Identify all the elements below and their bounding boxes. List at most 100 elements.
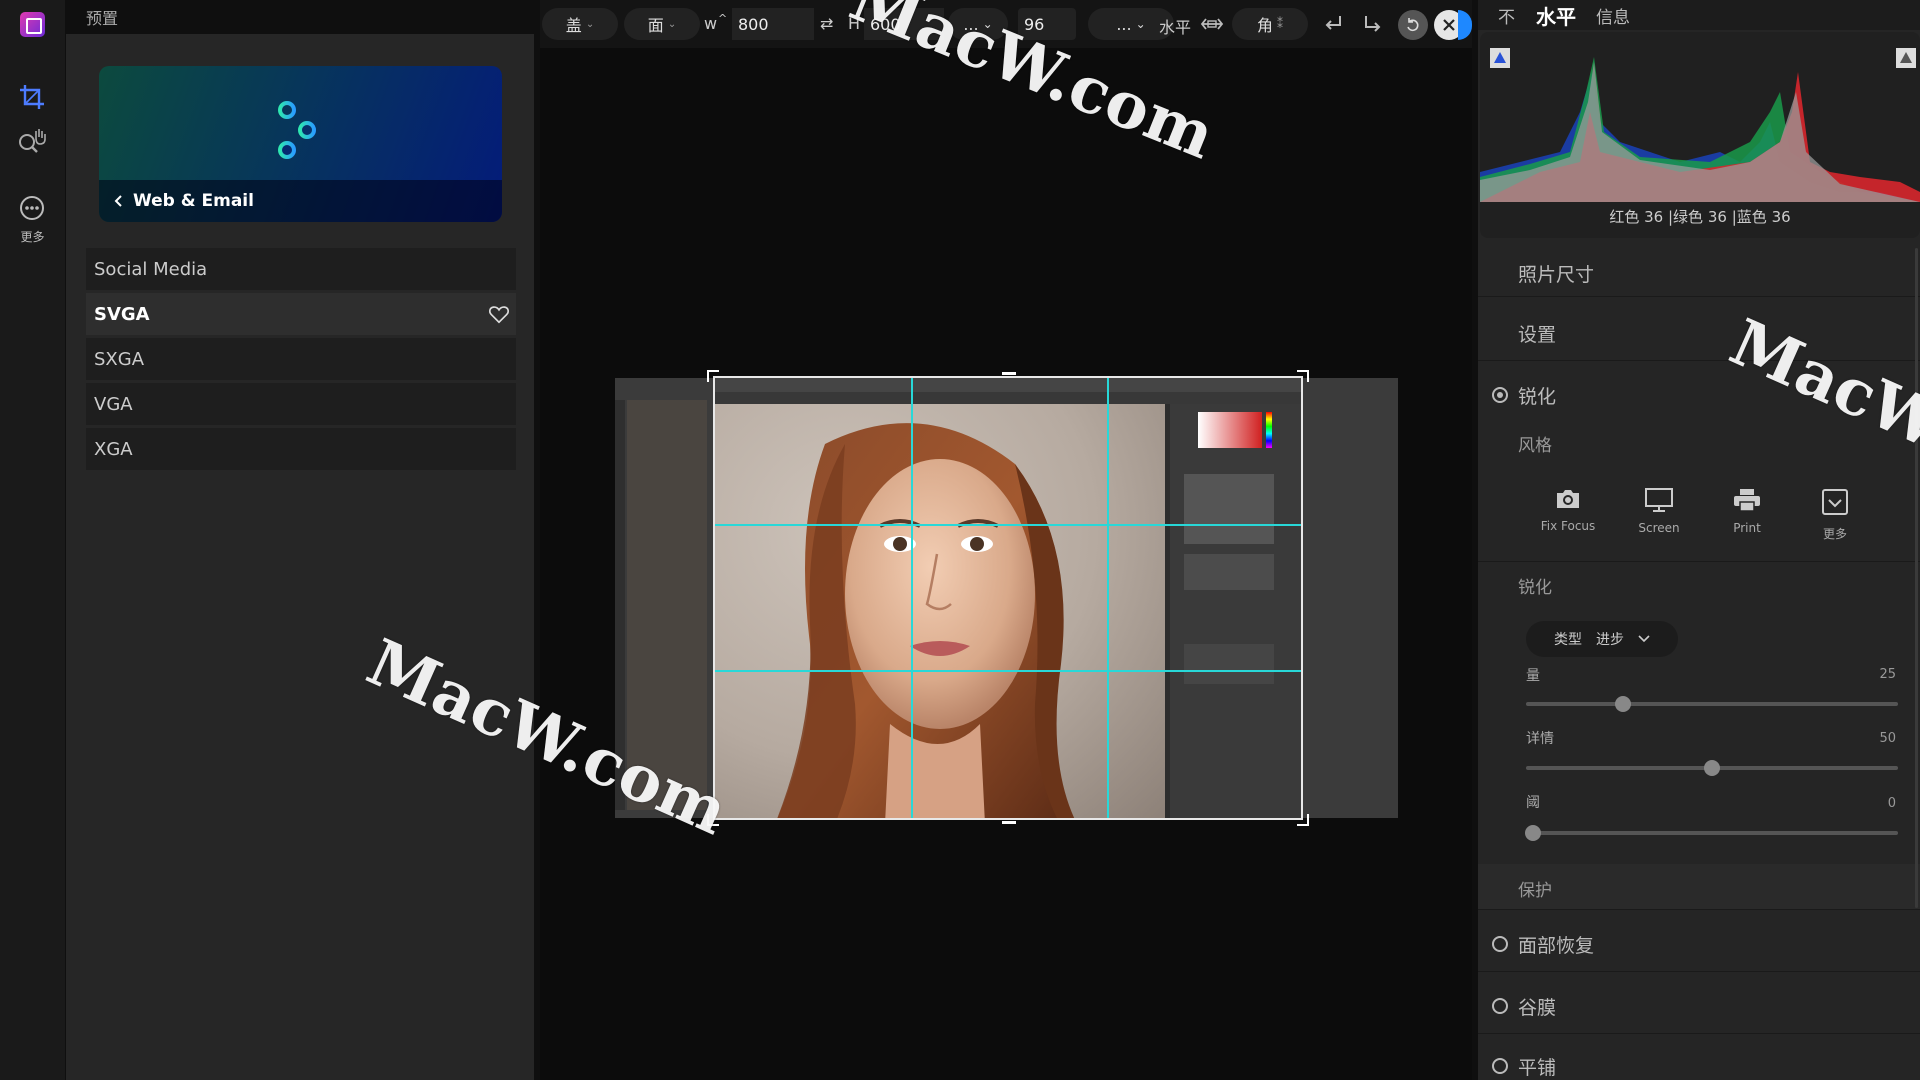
chevron-left-icon (114, 195, 122, 207)
apply-crop-button[interactable] (1458, 10, 1472, 40)
face-restore-section[interactable]: 面部恢复 (1478, 916, 1920, 972)
swap-dimensions-icon[interactable]: ⇄ (820, 14, 833, 33)
detail-slider[interactable] (1526, 760, 1898, 776)
style-fix-focus[interactable]: Fix Focus (1523, 487, 1613, 533)
more-icon (1822, 489, 1848, 515)
tab-info[interactable]: 信息 (1596, 3, 1630, 28)
red-value: 36 (1644, 208, 1664, 226)
monitor-icon (1645, 488, 1673, 512)
type-value: 进步 (1596, 632, 1624, 648)
film-grain-radio[interactable] (1492, 998, 1508, 1014)
amount-slider[interactable] (1526, 696, 1898, 712)
style-screen[interactable]: Screen (1614, 487, 1704, 535)
crop-icon (20, 85, 44, 109)
style-print[interactable]: Print (1702, 487, 1792, 535)
detail-knob[interactable] (1704, 760, 1720, 776)
level-icon[interactable] (1200, 13, 1224, 35)
photo-size-title: 照片尺寸 (1518, 264, 1595, 286)
film-grain-section[interactable]: 谷膜 (1478, 978, 1920, 1034)
threshold-slider[interactable] (1525, 825, 1898, 841)
more-tools-label: 更多 (20, 230, 45, 244)
hue-strip (1266, 412, 1272, 448)
crop-handle-top-left[interactable] (707, 370, 719, 382)
tab-none[interactable]: 不 (1498, 3, 1515, 28)
style-more[interactable]: 更多 (1790, 487, 1880, 542)
crop-handle-top[interactable] (1002, 372, 1016, 375)
width-input[interactable] (732, 8, 814, 40)
face-restore-radio[interactable] (1492, 936, 1508, 952)
photo-app-toolbar (615, 400, 625, 810)
tile-title: 平铺 (1518, 1057, 1557, 1079)
sharpen-subtitle: 锐化 (1518, 578, 1552, 598)
presets-title: 预置 (86, 9, 119, 28)
grid-line-vertical-2 (1107, 378, 1109, 818)
resolution-input[interactable] (1018, 8, 1076, 40)
overlay-dropdown[interactable]: 盖 ⌄ (542, 8, 618, 40)
threshold-value: 0 (1887, 796, 1896, 811)
preset-label: VGA (94, 393, 133, 415)
grid-line-horizontal-1 (715, 524, 1301, 526)
crop-handle-bottom-right[interactable] (1297, 814, 1309, 826)
undo-icon (1407, 18, 1419, 32)
more-tools-button[interactable] (12, 188, 52, 228)
rotate-left-icon[interactable] (1322, 13, 1344, 35)
sharpen-radio[interactable] (1492, 387, 1508, 403)
style-label: Fix Focus (1540, 519, 1596, 533)
flip-icon[interactable] (1362, 13, 1384, 35)
crop-frame[interactable] (713, 376, 1303, 820)
settings-title: 设置 (1518, 324, 1557, 346)
sidebar-scrollbar[interactable] (1915, 248, 1918, 908)
detail-value: 50 (1879, 731, 1896, 746)
sliders-icon (263, 101, 329, 159)
amount-knob[interactable] (1614, 696, 1631, 712)
more-dots-icon (20, 196, 44, 220)
tab-level[interactable]: 水平 (1536, 1, 1576, 30)
right-tabs: 不 水平 信息 (1478, 0, 1920, 30)
protect-section[interactable]: 保护 (1478, 864, 1920, 910)
style-label: Print (1733, 521, 1761, 535)
crop-handle-bottom-left[interactable] (707, 814, 719, 826)
sharpen-title: 锐化 (1518, 386, 1557, 408)
tile-radio[interactable] (1492, 1058, 1508, 1074)
photo-tabbar (715, 392, 1301, 404)
width-stepper-icon[interactable]: ^ (718, 12, 727, 25)
preset-item-sxga[interactable]: SXGA (86, 338, 516, 380)
height-input[interactable] (864, 8, 944, 40)
chevron-down-icon (1638, 635, 1650, 643)
sharpen-type-dropdown[interactable]: 类型 进步 (1526, 621, 1678, 657)
zoom-pan-tool-button[interactable] (12, 122, 52, 162)
banner-footer[interactable]: Web & Email (99, 180, 502, 222)
threshold-knob[interactable] (1525, 825, 1542, 841)
tile-section[interactable]: 平铺 (1478, 1040, 1920, 1080)
width-label: w (704, 14, 718, 33)
preset-item-svga[interactable]: SVGA (86, 293, 516, 335)
angle-dropdown[interactable]: 角 ⁑ (1232, 8, 1308, 40)
zoom-hand-icon (19, 129, 46, 153)
photo-size-section[interactable]: 照片尺寸 (1478, 245, 1920, 297)
style-label: 更多 (1822, 527, 1847, 541)
reset-button[interactable] (1398, 10, 1428, 40)
preset-list: Social Media SVGA SXGA VGA XGA (86, 248, 516, 473)
camera-icon (1557, 490, 1579, 508)
units-label: ... (963, 14, 979, 34)
settings-section[interactable]: 设置 (1478, 305, 1920, 361)
aspect-dropdown[interactable]: 面 ⌄ (624, 8, 700, 40)
preset-item-xga[interactable]: XGA (86, 428, 516, 470)
preset-item-social-media[interactable]: Social Media (86, 248, 516, 290)
crop-handle-bottom[interactable] (1002, 821, 1016, 824)
overlay-label: 盖 (565, 16, 582, 35)
grid-line-horizontal-2 (715, 670, 1301, 672)
style-label: Screen (1638, 521, 1680, 535)
heart-icon[interactable] (488, 303, 510, 325)
blue-value: 36 (1771, 208, 1791, 226)
crop-tool-button[interactable] (12, 77, 52, 117)
film-grain-title: 谷膜 (1518, 997, 1557, 1019)
preset-category-banner[interactable]: Web & Email (99, 66, 502, 222)
sharpen-section: 锐化 风格 Fix Focus Screen Print 更多 锐化 类型 进步… (1478, 367, 1920, 870)
preset-item-vga[interactable]: VGA (86, 383, 516, 425)
histogram-readout: 红色 36 |绿色 36 |蓝色 36 (1609, 208, 1791, 226)
presets-panel: Web & Email Social Media SVGA SXGA VGA X… (66, 34, 534, 1080)
image-canvas[interactable] (540, 48, 1472, 1080)
units-dropdown[interactable]: ... ⌄ (948, 8, 1008, 40)
crop-handle-top-right[interactable] (1297, 370, 1309, 382)
